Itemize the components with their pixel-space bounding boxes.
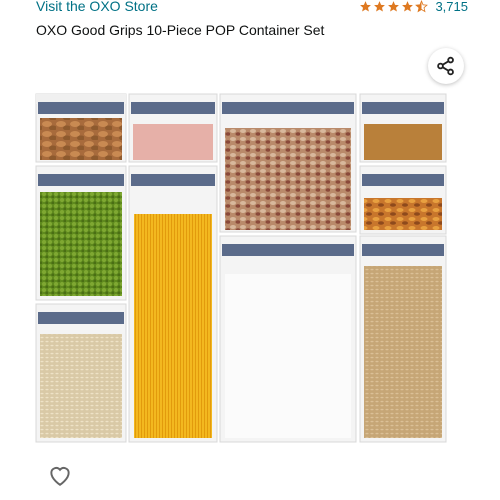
container-spaghetti xyxy=(128,165,218,443)
container-rice xyxy=(35,303,127,443)
container-brown-rice xyxy=(359,235,447,443)
container-brown-sugar xyxy=(359,93,447,163)
star-half-icon xyxy=(415,0,429,13)
star-icon xyxy=(360,1,372,12)
star-icon xyxy=(402,1,414,12)
share-icon xyxy=(437,56,454,76)
container-almonds xyxy=(35,93,127,163)
star-icon xyxy=(374,1,386,12)
star-icon xyxy=(388,1,400,12)
rating-stars xyxy=(359,0,429,13)
container-beans xyxy=(219,93,357,233)
heart-outline-icon xyxy=(50,467,70,486)
visit-store-link[interactable]: Visit the OXO Store xyxy=(36,0,158,14)
container-salt xyxy=(128,93,218,163)
container-peas xyxy=(35,165,127,301)
container-mixed-nuts xyxy=(359,165,447,235)
product-title: OXO Good Grips 10-Piece POP Container Se… xyxy=(36,22,325,38)
favorite-button[interactable] xyxy=(45,460,75,490)
share-button[interactable] xyxy=(428,48,464,84)
container-flour xyxy=(219,235,357,443)
rating-summary[interactable]: 3,715 xyxy=(359,0,468,14)
product-image[interactable] xyxy=(0,80,500,460)
review-count[interactable]: 3,715 xyxy=(435,0,468,14)
